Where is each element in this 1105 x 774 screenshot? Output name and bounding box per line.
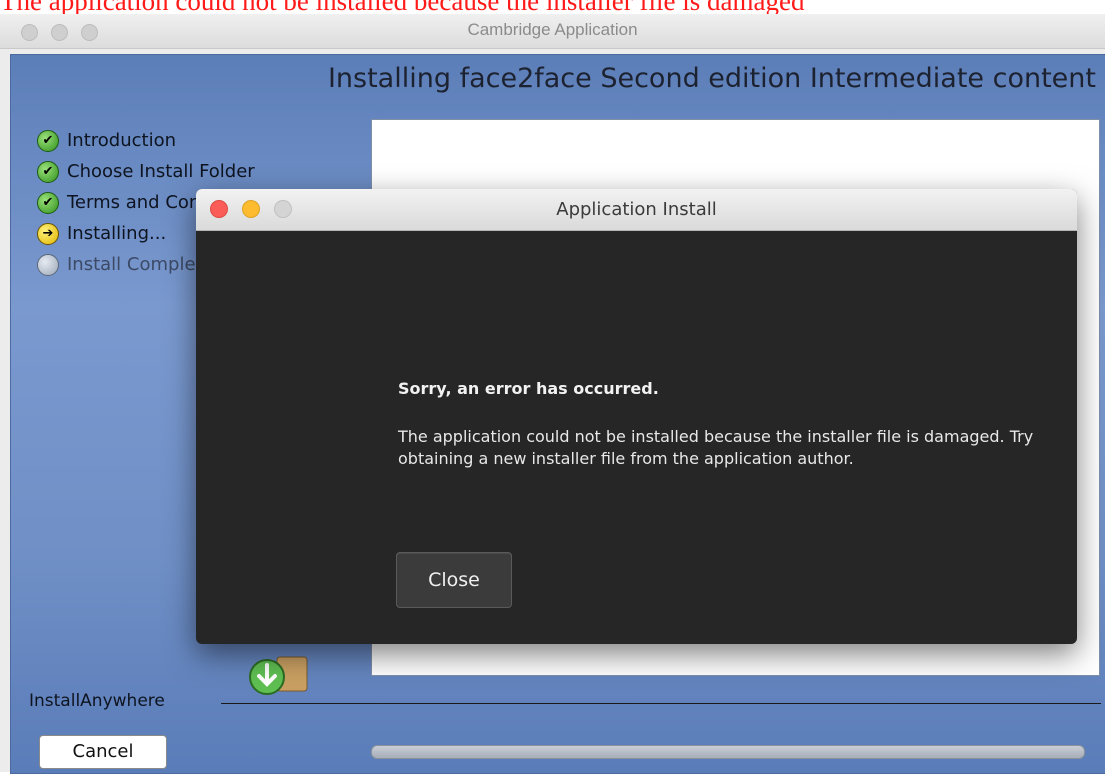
install-progress-bar [371, 745, 1085, 759]
installanywhere-logo-icon [249, 656, 308, 695]
window-title: Cambridge Application [467, 20, 638, 39]
installer-heading: Installing face2face Second edition Inte… [327, 63, 1096, 94]
checkmark-icon: ✔ [37, 191, 59, 214]
error-heading: Sorry, an error has occurred. [398, 379, 659, 398]
error-dialog: Application Install Sorry, an error has … [196, 189, 1077, 644]
step-choose-install-folder: ✔ Choose Install Folder [37, 156, 261, 187]
footer-divider [221, 703, 1101, 704]
step-label: Install Complete [67, 254, 214, 275]
brand-label: InstallAnywhere [29, 691, 165, 711]
cancel-button[interactable]: Cancel [39, 735, 167, 769]
checkmark-icon: ✔ [37, 129, 59, 152]
dialog-title: Application Install [556, 199, 717, 220]
install-progress-fill [372, 746, 1084, 758]
installer-titlebar: Cambridge Application [0, 14, 1105, 49]
error-message: The application could not be installed b… [398, 427, 1034, 468]
arrow-right-icon: ➔ [37, 222, 59, 245]
pending-circle-icon [37, 253, 59, 276]
step-introduction: ✔ Introduction [37, 125, 261, 156]
close-button[interactable]: Close [396, 552, 512, 608]
dialog-titlebar: Application Install [196, 189, 1077, 231]
step-label: Installing... [67, 223, 167, 244]
checkmark-icon: ✔ [37, 160, 59, 183]
step-label: Introduction [67, 130, 177, 151]
step-label: Choose Install Folder [67, 161, 255, 182]
